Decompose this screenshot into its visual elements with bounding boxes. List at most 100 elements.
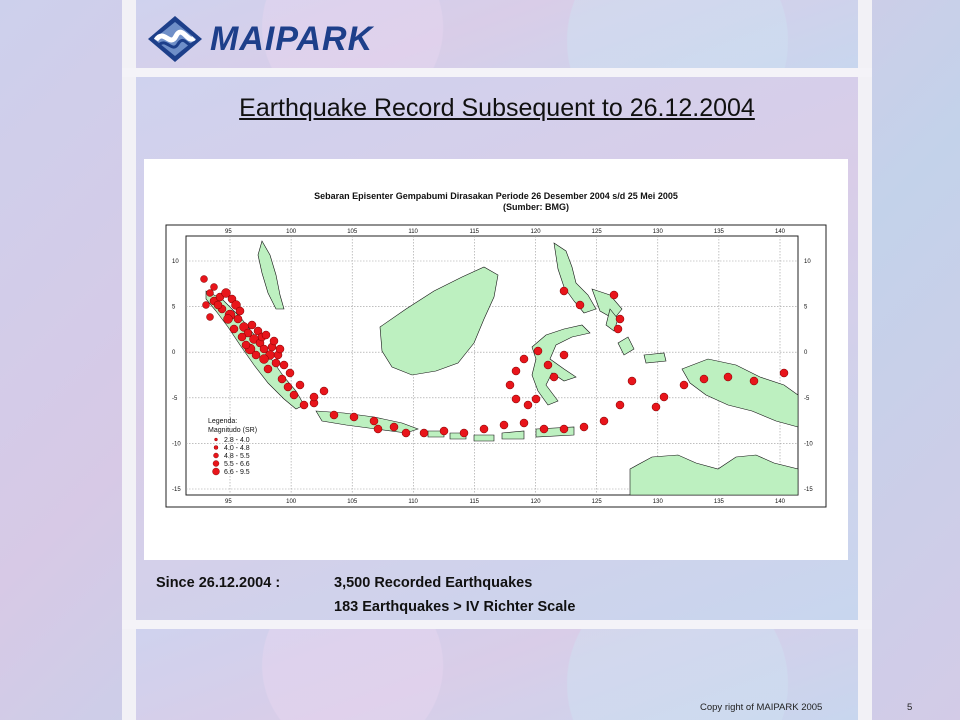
epicenter-marker (419, 428, 429, 438)
lat-tick-label: 0 (172, 350, 176, 356)
epicenter-marker (251, 350, 261, 360)
legend-label: 6.6 - 9.5 (224, 469, 250, 476)
epicenter-marker (289, 390, 299, 400)
epicenter-marker (206, 289, 214, 297)
epicenter-marker (206, 313, 214, 321)
lon-tick-label: 120 (531, 229, 542, 235)
caption-richter-count: 183 Earthquakes > IV Richter Scale (334, 599, 576, 615)
divider (122, 68, 872, 77)
epicenter-marker (499, 420, 509, 430)
epicenter-marker (285, 368, 295, 378)
lon-tick-label: 120 (531, 499, 542, 505)
lon-tick-label: 100 (286, 499, 297, 505)
legend-subtitle: Magnitudo (SR) (208, 427, 257, 434)
legend-marker (213, 445, 219, 450)
legend-marker (213, 452, 219, 459)
epicenter-marker (539, 424, 549, 434)
legend-label: 5.5 - 6.6 (224, 461, 250, 468)
page-number: 5 (907, 702, 913, 713)
epicenter-marker (439, 426, 449, 436)
lon-tick-label: 130 (653, 229, 664, 235)
epicenter-marker (505, 380, 515, 390)
lon-tick-label: 130 (653, 499, 664, 505)
epicenter-marker (241, 340, 251, 350)
lon-tick-label: 110 (408, 499, 418, 505)
epicenter-marker (295, 380, 305, 390)
lon-tick-label: 105 (347, 499, 358, 505)
lon-tick-label: 140 (775, 229, 786, 235)
epicenter-marker (329, 410, 339, 420)
epicenter-marker (609, 290, 619, 300)
maipark-logo: MAIPARK (146, 14, 373, 64)
lat-tick-label: 5 (804, 305, 808, 311)
lon-tick-label: 140 (775, 499, 786, 505)
lon-tick-label: 125 (592, 499, 603, 505)
landmass-group (205, 240, 799, 496)
epicenter-marker (779, 368, 789, 378)
lat-tick-label: -10 (804, 441, 813, 447)
epicenter-marker (519, 418, 529, 428)
lat-tick-label: -5 (804, 396, 810, 402)
epicenter-marker (459, 428, 469, 438)
epicenter-marker (401, 428, 411, 438)
epicenter-marker (519, 354, 529, 364)
epicenter-marker (615, 400, 625, 410)
lat-tick-label: -15 (804, 487, 813, 493)
legend-marker (212, 467, 220, 476)
epicenter-marker (309, 392, 319, 402)
earthquake-map: Sebaran Episenter Gempabumi Dirasakan Pe… (144, 159, 848, 560)
epicenter-marker (319, 386, 329, 396)
lon-tick-label: 95 (225, 229, 232, 235)
epicenter-marker (559, 424, 569, 434)
epicenter-marker (549, 372, 559, 382)
epicenter-marker (699, 374, 709, 384)
epicenter-marker (559, 286, 569, 296)
epicenter-marker (579, 422, 589, 432)
brand-name: MAIPARK (210, 19, 374, 58)
epicenter-marker (261, 330, 271, 340)
epicenter-marker (369, 416, 379, 426)
epicenter-marker (679, 380, 689, 390)
lat-tick-label: 10 (172, 259, 179, 265)
epicenter-marker (247, 320, 257, 330)
lon-tick-label: 115 (469, 499, 479, 505)
slide-title: Earthquake Record Subsequent to 26.12.20… (239, 94, 755, 122)
lon-tick-label: 135 (714, 229, 725, 235)
epicenter-marker (271, 358, 281, 368)
epicenter-marker (511, 394, 521, 404)
map-canvas: 95 100 105 110 115 120 125 130 135 140 95 100 105 11… (165, 224, 827, 508)
lon-tick-label: 95 (225, 499, 232, 505)
epicenter-marker (200, 275, 208, 283)
epicenter-marker (237, 332, 247, 342)
epicenter-marker (275, 344, 285, 354)
epicenter-marker (479, 424, 489, 434)
epicenter-marker (599, 416, 609, 426)
lat-tick-label: -10 (172, 441, 181, 447)
lat-tick-label: 5 (172, 305, 176, 311)
footer-copyright: Copy right of MAIPARK 2005 (700, 702, 823, 713)
epicenter-marker (543, 360, 553, 370)
epicenter-marker (511, 366, 521, 376)
caption-since: Since 26.12.2004 : (156, 575, 281, 591)
epicenter-marker (233, 314, 243, 324)
epicenter-marker (615, 314, 625, 324)
lon-tick-label: 125 (592, 229, 603, 235)
lat-tick-label: 0 (804, 350, 808, 356)
epicenter-marker (531, 394, 541, 404)
lon-tick-label: 100 (286, 229, 297, 235)
epicenter-marker (269, 336, 279, 346)
lat-tick-label: 10 (804, 259, 811, 265)
epicenter-marker (263, 364, 273, 374)
lon-tick-label: 115 (469, 229, 479, 235)
epicenter-marker (259, 354, 269, 364)
epicenter-marker (389, 422, 399, 432)
epicenter-marker (202, 301, 210, 309)
maipark-emblem-icon (148, 16, 202, 62)
legend-label: 4.0 - 4.8 (224, 445, 250, 452)
legend-marker (214, 437, 218, 442)
lon-tick-label: 135 (714, 499, 725, 505)
epicenter-marker (210, 283, 218, 291)
epicenter-marker (349, 412, 359, 422)
epicenter-marker (299, 400, 309, 410)
legend-label: 2.8 - 4.0 (224, 437, 250, 444)
